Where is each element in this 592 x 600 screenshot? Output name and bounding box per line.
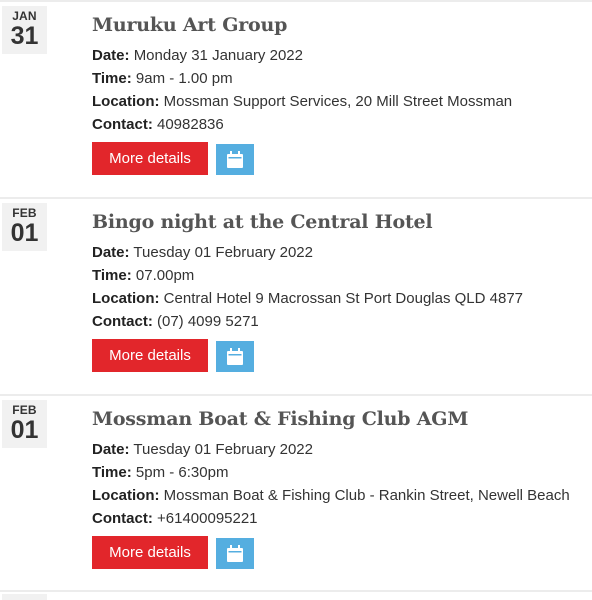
- date-day: 31: [10, 22, 39, 50]
- event-date: Date: Tuesday 01 February 2022: [92, 244, 313, 261]
- contact-value: (07) 4099 5271: [157, 313, 259, 330]
- time-value: 9am - 1.00 pm: [135, 70, 233, 87]
- calendar-icon: [227, 348, 243, 365]
- location-value: Mossman Boat & Fishing Club - Rankin Str…: [163, 487, 570, 504]
- date-label: Date:: [92, 244, 130, 261]
- more-details-button[interactable]: More details: [92, 536, 208, 569]
- location-value: Central Hotel 9 Macrossan St Port Dougla…: [163, 290, 524, 307]
- contact-label: Contact:: [92, 510, 153, 527]
- contact-value: +61400095221: [157, 510, 258, 527]
- time-label: Time:: [92, 70, 132, 87]
- date-label: Date:: [92, 47, 130, 64]
- event-location: Location: Mossman Boat & Fishing Club - …: [92, 487, 570, 504]
- time-value: 07.00pm: [135, 267, 195, 284]
- time-label: Time:: [92, 464, 132, 481]
- contact-label: Contact:: [92, 313, 153, 330]
- event-contact: Contact: (07) 4099 5271: [92, 313, 259, 330]
- date-day: 01: [10, 416, 39, 444]
- event-date: Date: Monday 31 January 2022: [92, 47, 303, 64]
- event-time: Time: 07.00pm: [92, 267, 194, 284]
- add-to-calendar-button[interactable]: [216, 144, 254, 175]
- date-value: Tuesday 01 February 2022: [133, 244, 313, 261]
- date-badge: FEB 01: [2, 400, 47, 448]
- more-details-button[interactable]: More details: [92, 339, 208, 372]
- event-location: Location: Mossman Support Services, 20 M…: [92, 93, 512, 110]
- event-title[interactable]: Muruku Art Group: [92, 14, 287, 36]
- location-label: Location:: [92, 487, 160, 504]
- event-title[interactable]: Bingo night at the Central Hotel: [92, 211, 433, 233]
- date-day: 01: [10, 219, 39, 247]
- calendar-icon: [227, 151, 243, 168]
- event-time: Time: 5pm - 6:30pm: [92, 464, 228, 481]
- date-label: Date:: [92, 441, 130, 458]
- date-value: Tuesday 01 February 2022: [133, 441, 313, 458]
- time-label: Time:: [92, 267, 132, 284]
- event-item: FEB 01 Mossman Boat & Fishing Club AGM D…: [0, 394, 592, 590]
- date-badge: FEB 01: [2, 203, 47, 251]
- location-value: Mossman Support Services, 20 Mill Street…: [163, 93, 513, 110]
- location-label: Location:: [92, 290, 160, 307]
- event-time: Time: 9am - 1.00 pm: [92, 70, 233, 87]
- contact-value: 40982836: [157, 116, 224, 133]
- event-contact: Contact: 40982836: [92, 116, 224, 133]
- time-value: 5pm - 6:30pm: [135, 464, 229, 481]
- contact-label: Contact:: [92, 116, 153, 133]
- calendar-icon: [227, 545, 243, 562]
- event-location: Location: Central Hotel 9 Macrossan St P…: [92, 290, 523, 307]
- date-badge: JAN 31: [2, 6, 47, 54]
- next-event-separator: [0, 590, 592, 600]
- next-date-badge-edge: [2, 594, 47, 600]
- event-title[interactable]: Mossman Boat & Fishing Club AGM: [92, 408, 468, 430]
- event-item: FEB 01 Bingo night at the Central Hotel …: [0, 197, 592, 393]
- more-details-button[interactable]: More details: [92, 142, 208, 175]
- event-contact: Contact: +61400095221: [92, 510, 258, 527]
- location-label: Location:: [92, 93, 160, 110]
- add-to-calendar-button[interactable]: [216, 538, 254, 569]
- add-to-calendar-button[interactable]: [216, 341, 254, 372]
- event-item: JAN 31 Muruku Art Group Date: Monday 31 …: [0, 0, 592, 196]
- event-date: Date: Tuesday 01 February 2022: [92, 441, 313, 458]
- date-value: Monday 31 January 2022: [133, 47, 303, 64]
